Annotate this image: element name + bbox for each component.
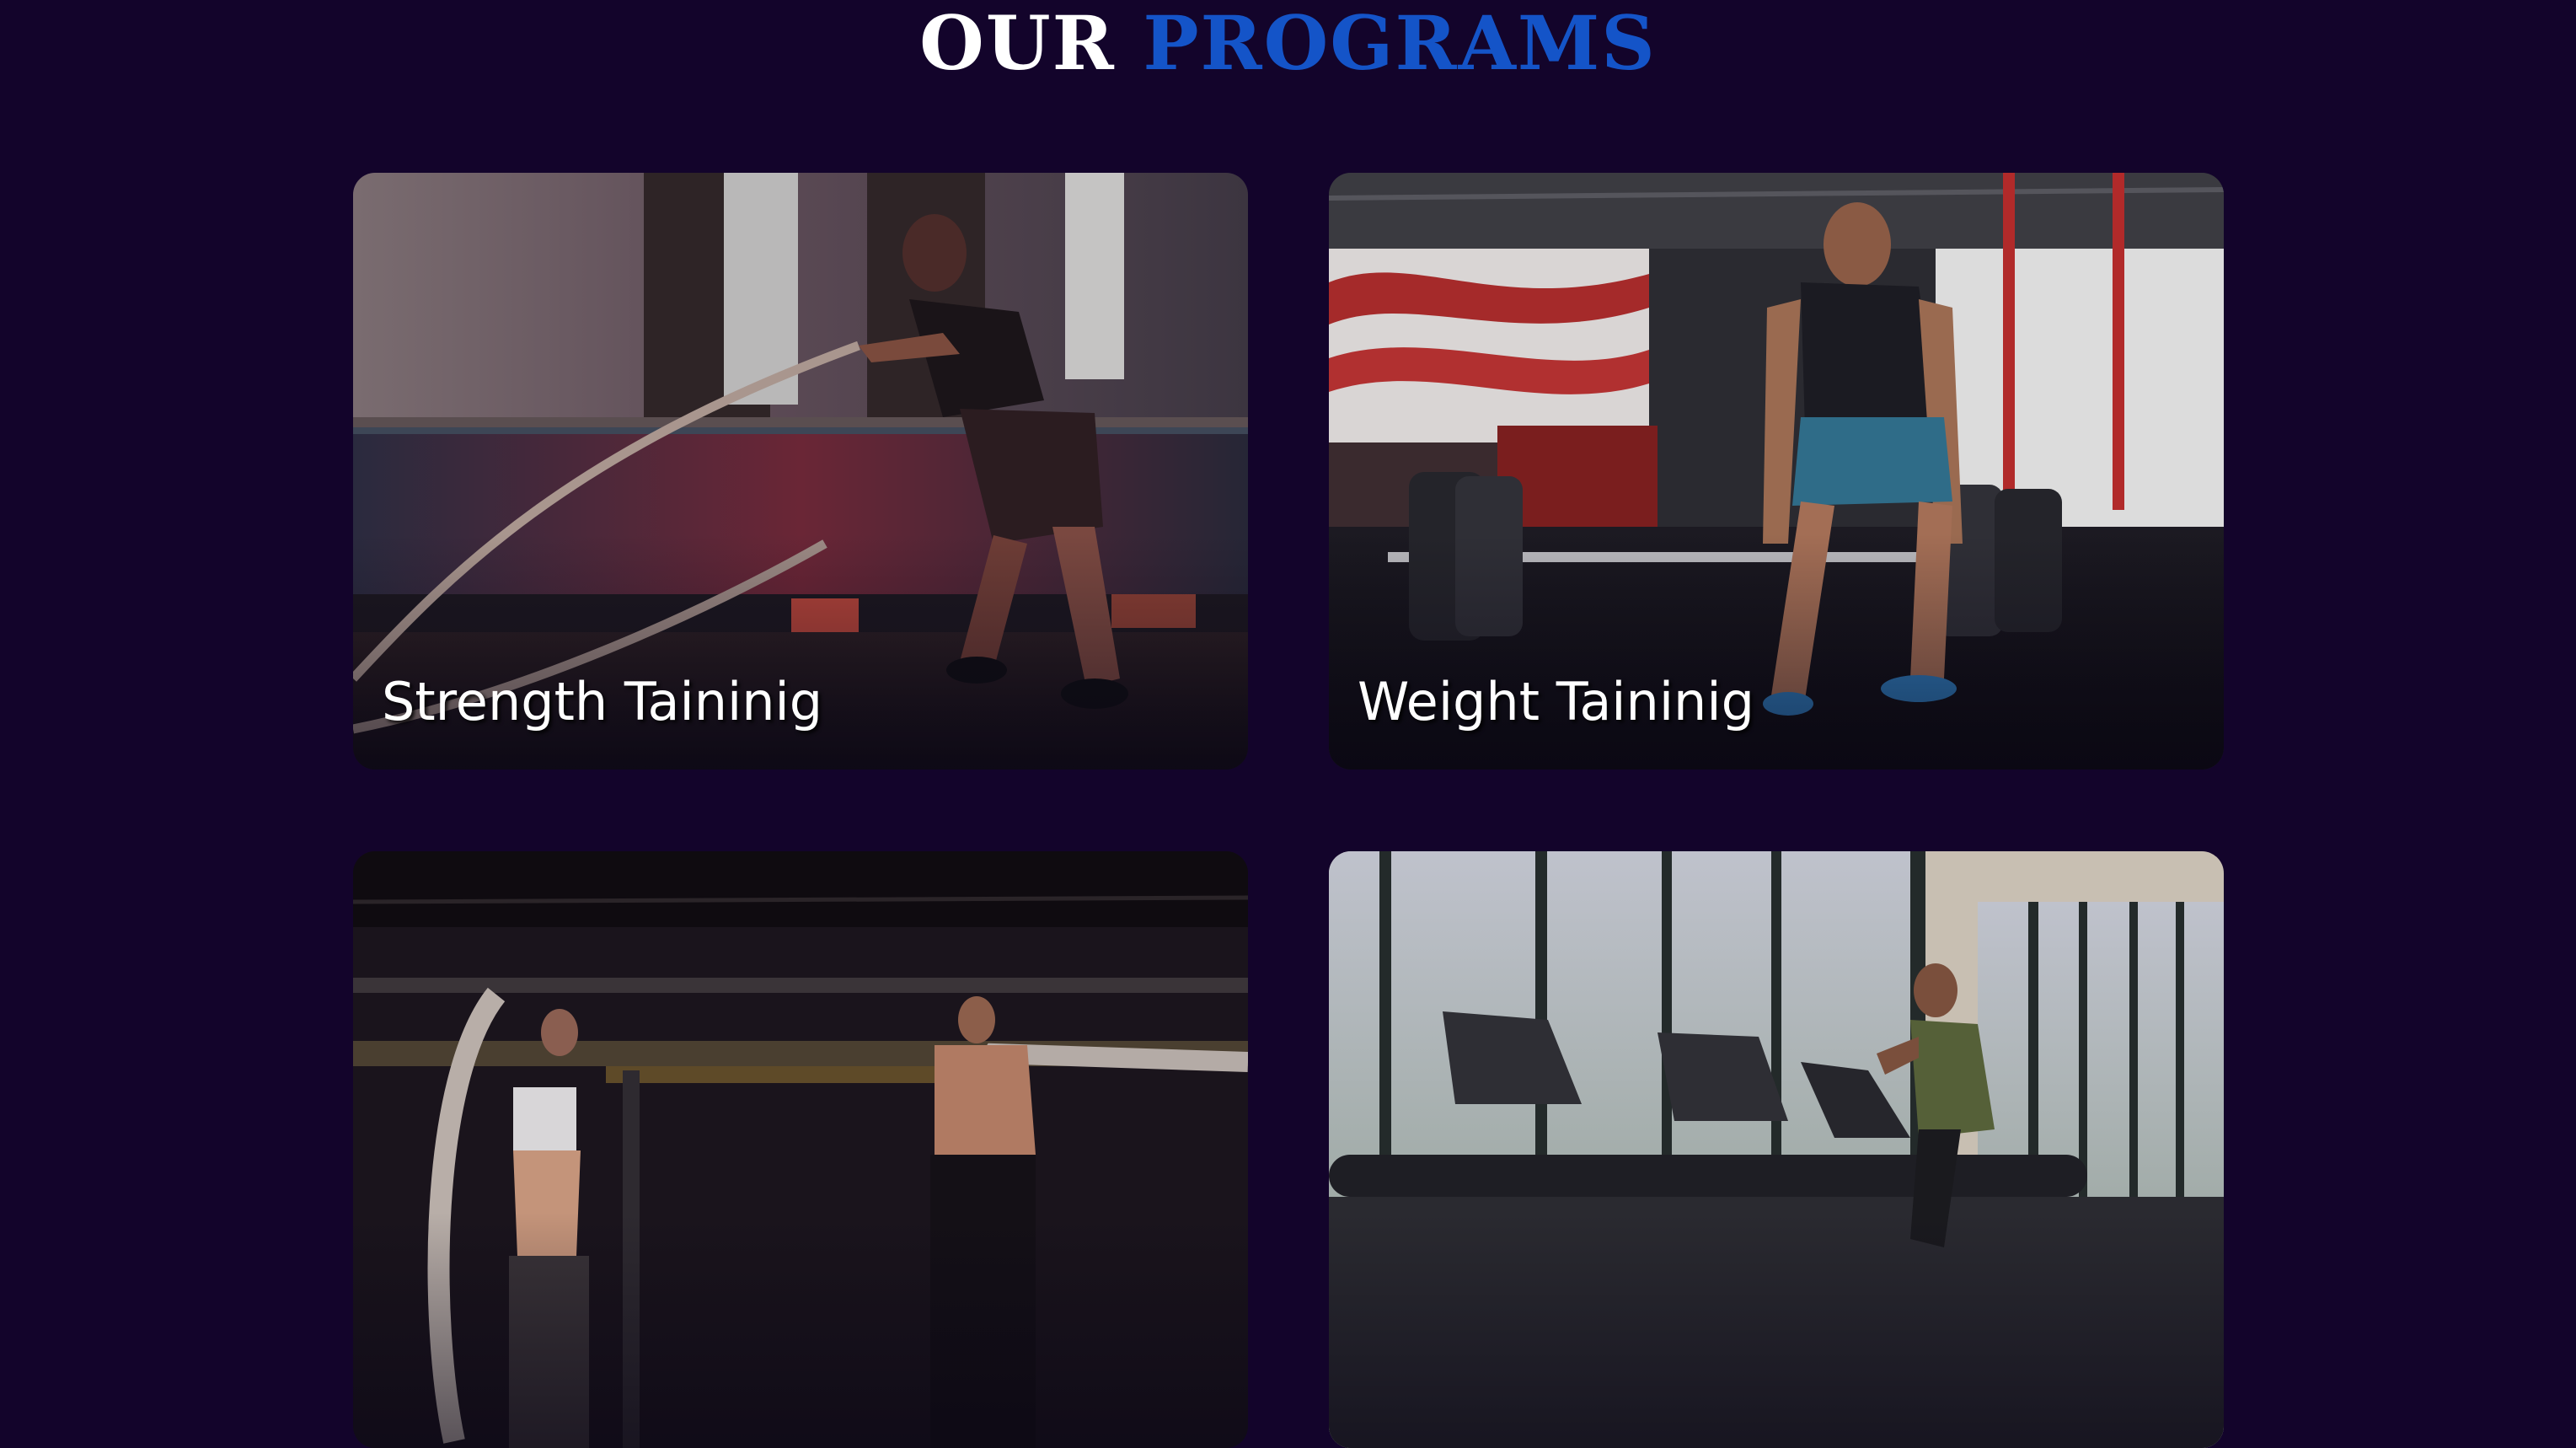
program-card-strength[interactable]: Strength Taininig xyxy=(353,173,1248,770)
title-our: OUR xyxy=(919,0,1116,87)
program-card-group-ropes[interactable] xyxy=(353,851,1248,1448)
card-overlay xyxy=(1329,534,2224,770)
card-overlay xyxy=(353,534,1248,770)
card-overlay xyxy=(353,1212,1248,1448)
program-label: Weight Taininig xyxy=(1358,671,1754,732)
card-overlay xyxy=(1329,1212,2224,1448)
program-card-cardio[interactable] xyxy=(1329,851,2224,1448)
section-title: OUR PROGRAMS xyxy=(0,0,2576,89)
program-card-weight[interactable]: Weight Taininig xyxy=(1329,173,2224,770)
program-label: Strength Taininig xyxy=(382,671,823,732)
title-programs: PROGRAMS xyxy=(1143,0,1657,87)
